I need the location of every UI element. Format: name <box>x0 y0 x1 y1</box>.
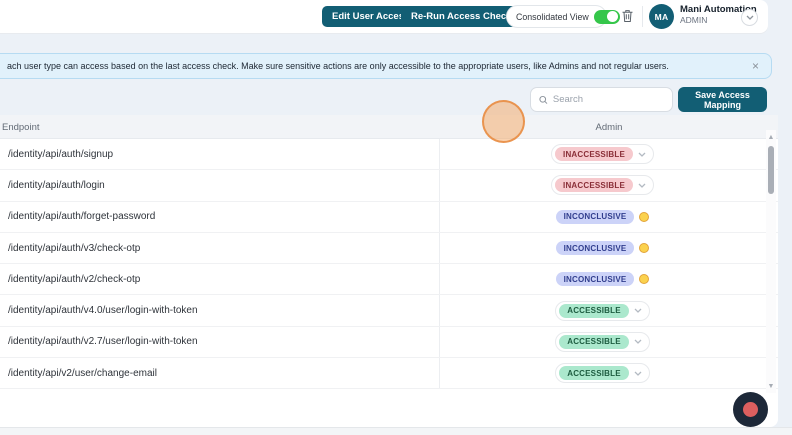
table-row: /identity/api/v2/user/change-email ACCES… <box>0 358 778 389</box>
access-status-dropdown[interactable]: INACCESSIBLE <box>551 175 654 195</box>
top-header-bar: Edit User Access Re-Run Access Checks Co… <box>0 0 768 33</box>
recording-indicator <box>733 392 768 427</box>
access-status-dropdown[interactable]: ACCESSIBLE <box>555 363 650 383</box>
chevron-down-icon <box>634 339 642 344</box>
banner-close-icon[interactable]: × <box>744 60 759 72</box>
status-badge: INACCESSIBLE <box>555 178 633 192</box>
endpoint-path: /identity/api/auth/v2.7/user/login-with-… <box>8 336 198 347</box>
user-avatar[interactable]: MA <box>649 4 674 29</box>
table-row: /identity/api/auth/forget-password INCON… <box>0 202 778 233</box>
endpoint-cell: /identity/api/auth/v2.7/user/login-with-… <box>0 327 440 357</box>
table-row: /identity/api/auth/v2.7/user/login-with-… <box>0 327 778 358</box>
status-badge: ACCESSIBLE <box>559 304 629 318</box>
info-banner-text: ach user type can access based on the la… <box>7 61 744 71</box>
chevron-down-icon <box>634 308 642 313</box>
admin-access-cell: INACCESSIBLE <box>440 139 765 169</box>
endpoint-path: /identity/api/auth/forget-password <box>8 211 155 222</box>
endpoint-cell: /identity/api/auth/v4.0/user/login-with-… <box>0 295 440 325</box>
table-row: /identity/api/auth/v2/check-otp INCONCLU… <box>0 264 778 295</box>
endpoint-path: /identity/api/auth/v4.0/user/login-with-… <box>8 305 198 316</box>
admin-access-cell: INACCESSIBLE <box>440 170 765 200</box>
table-header-row: Endpoint Admin <box>0 115 778 139</box>
status-badge: ACCESSIBLE <box>559 335 629 349</box>
toggle-knob <box>607 11 618 22</box>
status-badge: INACCESSIBLE <box>555 147 633 161</box>
warning-icon <box>639 243 649 253</box>
status-badge: INCONCLUSIVE <box>556 210 635 224</box>
chevron-down-icon <box>746 15 754 20</box>
scrollbar-down-icon[interactable]: ▼ <box>766 381 776 391</box>
access-status-dropdown[interactable]: ACCESSIBLE <box>555 301 650 321</box>
column-header-admin[interactable]: Admin <box>440 115 778 139</box>
header-divider <box>642 6 643 27</box>
chevron-down-icon <box>634 371 642 376</box>
status-badge: INCONCLUSIVE <box>556 241 635 255</box>
warning-icon <box>639 274 649 284</box>
endpoint-path: /identity/api/auth/login <box>8 180 105 191</box>
search-input[interactable] <box>553 94 666 105</box>
endpoint-cell: /identity/api/auth/v2/check-otp <box>0 264 440 294</box>
scrollbar-thumb[interactable] <box>768 146 774 194</box>
endpoint-path: /identity/api/auth/signup <box>8 149 113 160</box>
access-status-dropdown[interactable]: INCONCLUSIVE <box>552 238 654 258</box>
admin-access-cell: INCONCLUSIVE <box>440 233 765 263</box>
endpoint-cell: /identity/api/auth/signup <box>0 139 440 169</box>
table-scrollbar[interactable]: ▲ ▼ <box>766 130 776 393</box>
chevron-down-icon <box>638 183 646 188</box>
consolidated-view-label: Consolidated View <box>516 12 589 22</box>
column-header-endpoint[interactable]: Endpoint <box>2 115 40 139</box>
delete-button[interactable] <box>619 9 635 25</box>
status-badge: INCONCLUSIVE <box>556 272 635 286</box>
chevron-down-icon <box>638 152 646 157</box>
trash-icon <box>621 9 634 23</box>
endpoint-cell: /identity/api/auth/forget-password <box>0 202 440 232</box>
table-body: /identity/api/auth/signup INACCESSIBLE /… <box>0 139 778 389</box>
access-table-card: Endpoint Admin /identity/api/auth/signup… <box>0 115 778 427</box>
table-row: /identity/api/auth/signup INACCESSIBLE <box>0 139 778 170</box>
admin-access-cell: INCONCLUSIVE <box>440 264 765 294</box>
search-box[interactable] <box>530 87 673 112</box>
admin-access-cell: ACCESSIBLE <box>440 327 765 357</box>
endpoint-cell: /identity/api/v2/user/change-email <box>0 358 440 388</box>
endpoint-path: /identity/api/v2/user/change-email <box>8 368 157 379</box>
endpoint-cell: /identity/api/auth/login <box>0 170 440 200</box>
table-row: /identity/api/auth/login INACCESSIBLE <box>0 170 778 201</box>
info-banner: ach user type can access based on the la… <box>0 53 772 79</box>
endpoint-cell: /identity/api/auth/v3/check-otp <box>0 233 440 263</box>
endpoint-path: /identity/api/auth/v3/check-otp <box>8 243 140 254</box>
search-icon <box>539 95 548 105</box>
access-status-dropdown[interactable]: INACCESSIBLE <box>551 144 654 164</box>
bottom-edge-strip <box>0 427 792 435</box>
table-row: /identity/api/auth/v3/check-otp INCONCLU… <box>0 233 778 264</box>
user-menu-button[interactable] <box>741 9 758 26</box>
recording-dot-icon <box>743 402 758 417</box>
admin-access-cell: ACCESSIBLE <box>440 295 765 325</box>
warning-icon <box>639 212 649 222</box>
access-status-dropdown[interactable]: ACCESSIBLE <box>555 332 650 352</box>
admin-access-cell: INCONCLUSIVE <box>440 202 765 232</box>
access-status-dropdown[interactable]: INCONCLUSIVE <box>552 207 654 227</box>
consolidated-view-control[interactable]: Consolidated View <box>506 5 607 28</box>
access-status-dropdown[interactable]: INCONCLUSIVE <box>552 269 654 289</box>
scrollbar-up-icon[interactable]: ▲ <box>766 132 776 142</box>
status-badge: ACCESSIBLE <box>559 366 629 380</box>
admin-access-cell: ACCESSIBLE <box>440 358 765 388</box>
consolidated-view-toggle[interactable] <box>594 10 620 24</box>
table-row: /identity/api/auth/v4.0/user/login-with-… <box>0 295 778 326</box>
save-access-mapping-button[interactable]: Save Access Mapping <box>678 87 767 112</box>
endpoint-path: /identity/api/auth/v2/check-otp <box>8 274 140 285</box>
